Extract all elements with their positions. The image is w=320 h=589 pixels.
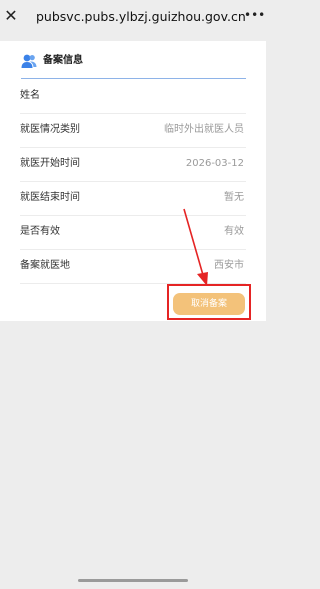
card-title: 备案信息: [43, 55, 83, 66]
row-value: 有效: [224, 226, 244, 237]
record-info-card: 备案信息 姓名 就医情况类别 临时外出就医人员 就医开始时间 2026-03-1…: [0, 41, 266, 321]
row-value: 临时外出就医人员: [164, 124, 244, 135]
page-url: pubsvc.pubs.ylbzj.guizhou.gov.cn: [36, 9, 246, 24]
row-label: 备案就医地: [20, 260, 70, 271]
row-value: 暂无: [224, 192, 244, 203]
more-icon[interactable]: •••: [244, 6, 265, 24]
row-label: 姓名: [20, 90, 40, 101]
annotation-arrow-icon: [183, 208, 208, 286]
close-icon[interactable]: ✕: [3, 6, 19, 26]
row-label: 就医开始时间: [20, 158, 80, 169]
row-label: 就医结束时间: [20, 192, 80, 203]
person-icon: [21, 54, 37, 68]
row-name: 姓名: [20, 79, 246, 114]
row-label: 就医情况类别: [20, 124, 80, 135]
annotation-highlight-box: [167, 284, 251, 320]
browser-top-bar: ✕ pubsvc.pubs.ylbzj.guizhou.gov.cn •••: [0, 0, 266, 36]
row-label: 是否有效: [20, 226, 60, 237]
card-header: 备案信息: [21, 50, 246, 79]
row-value: 西安市: [214, 260, 244, 271]
home-indicator: [78, 579, 188, 582]
row-start-time: 就医开始时间 2026-03-12: [20, 147, 246, 182]
row-value: 2026-03-12: [185, 158, 244, 169]
row-medical-category: 就医情况类别 临时外出就医人员: [20, 113, 246, 148]
